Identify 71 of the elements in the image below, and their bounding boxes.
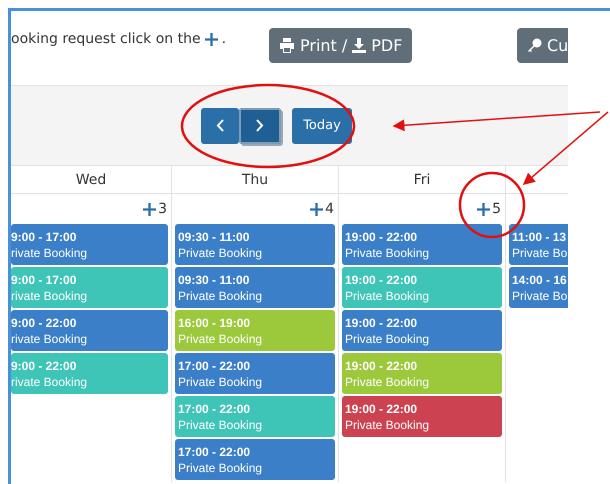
booking-event[interactable]: 17:00 - 22:00 Private Booking	[175, 439, 335, 480]
event-time: 19:00 - 22:00	[345, 272, 418, 286]
booking-event[interactable]: 11:00 - 13 Private Bo	[509, 224, 568, 265]
plus-icon	[204, 32, 218, 46]
today-button[interactable]: Today	[292, 108, 352, 144]
event-title: Private Booking	[345, 332, 430, 346]
next-button[interactable]	[239, 108, 281, 144]
event-title: Private Booking	[345, 374, 430, 388]
event-title: Private Booking	[178, 374, 264, 388]
day-header: Fri	[339, 166, 505, 194]
event-title: Private Booking	[178, 288, 264, 302]
key-button[interactable]: Cu	[517, 28, 568, 63]
event-title: rivate Booking	[11, 288, 88, 302]
instruction-text: ooking request click on the	[11, 31, 201, 47]
event-title: Private Booking	[178, 460, 264, 474]
event-time: 19:00 - 22:00	[345, 230, 418, 244]
download-icon	[352, 38, 366, 53]
event-title: Private Bo	[512, 246, 568, 260]
day-header: Wed	[11, 166, 171, 194]
event-title: Private Bo	[512, 288, 568, 302]
booking-event[interactable]: 09:30 - 11:00 Private Booking	[175, 224, 335, 265]
add-booking-button[interactable]: 3	[143, 201, 167, 217]
event-time: 17:00 - 22:00	[178, 444, 252, 458]
event-time: 9:00 - 17:00	[11, 230, 78, 244]
instruction-period: .	[222, 31, 226, 47]
booking-event[interactable]: 9:00 - 17:00 rivate Booking	[11, 224, 168, 265]
event-title: Private Booking	[345, 288, 430, 302]
event-time: 14:00 - 16	[512, 272, 568, 286]
chevron-left-icon	[216, 119, 224, 132]
add-booking-button[interactable]: 5	[477, 201, 501, 217]
printer-icon	[279, 38, 295, 53]
add-booking-button[interactable]: 4	[310, 201, 334, 217]
booking-event[interactable]: 17:00 - 22:00 Private Booking	[175, 396, 335, 437]
event-time: 09:30 - 11:00	[178, 272, 250, 286]
event-title: Private Booking	[178, 332, 264, 346]
plus-icon	[143, 202, 156, 216]
event-title: Private Booking	[345, 418, 430, 432]
event-time: 09:30 - 11:00	[178, 230, 250, 244]
booking-event[interactable]: 19:00 - 22:00 Private Booking	[342, 267, 502, 308]
event-title: rivate Booking	[11, 374, 88, 388]
key-icon	[527, 38, 542, 53]
event-time: 9:00 - 22:00	[11, 316, 78, 330]
event-time: 11:00 - 13	[512, 230, 568, 244]
booking-event[interactable]: 19:00 - 22:00 Private Booking	[342, 396, 502, 437]
event-time: 17:00 - 22:00	[178, 358, 252, 372]
booking-event[interactable]: 19:00 - 22:00 Private Booking	[342, 310, 502, 351]
event-time: 19:00 - 22:00	[345, 402, 418, 416]
booking-event[interactable]: 19:00 - 22:00 Private Booking	[342, 224, 502, 265]
booking-event[interactable]: 09:30 - 11:00 Private Booking	[175, 267, 335, 308]
event-title: Private Booking	[178, 418, 264, 432]
booking-event[interactable]: 9:00 - 22:00 rivate Booking	[11, 353, 168, 394]
event-time: 16:00 - 19:00	[178, 316, 252, 330]
previous-button[interactable]	[201, 108, 239, 144]
event-time: 9:00 - 22:00	[11, 358, 78, 372]
event-time: 17:00 - 22:00	[178, 402, 252, 416]
event-title: Private Booking	[345, 246, 430, 260]
plus-icon	[477, 202, 490, 216]
event-title: Private Booking	[178, 246, 264, 260]
booking-event[interactable]: 17:00 - 22:00 Private Booking	[175, 353, 335, 394]
day-header: Thu	[172, 166, 338, 194]
chevron-right-icon	[256, 119, 264, 132]
plus-icon	[310, 202, 324, 216]
print-pdf-button[interactable]: Print / PDF	[269, 28, 412, 63]
event-title: rivate Booking	[11, 246, 88, 260]
event-time: 19:00 - 22:00	[345, 358, 418, 372]
booking-event[interactable]: 9:00 - 17:00 rivate Booking	[11, 267, 168, 308]
event-title: rivate Booking	[11, 332, 88, 346]
event-time: 9:00 - 17:00	[11, 272, 78, 286]
booking-event[interactable]: 9:00 - 22:00 rivate Booking	[11, 310, 168, 351]
event-time: 19:00 - 22:00	[345, 316, 418, 330]
booking-event[interactable]: 14:00 - 16 Private Bo	[509, 267, 568, 308]
